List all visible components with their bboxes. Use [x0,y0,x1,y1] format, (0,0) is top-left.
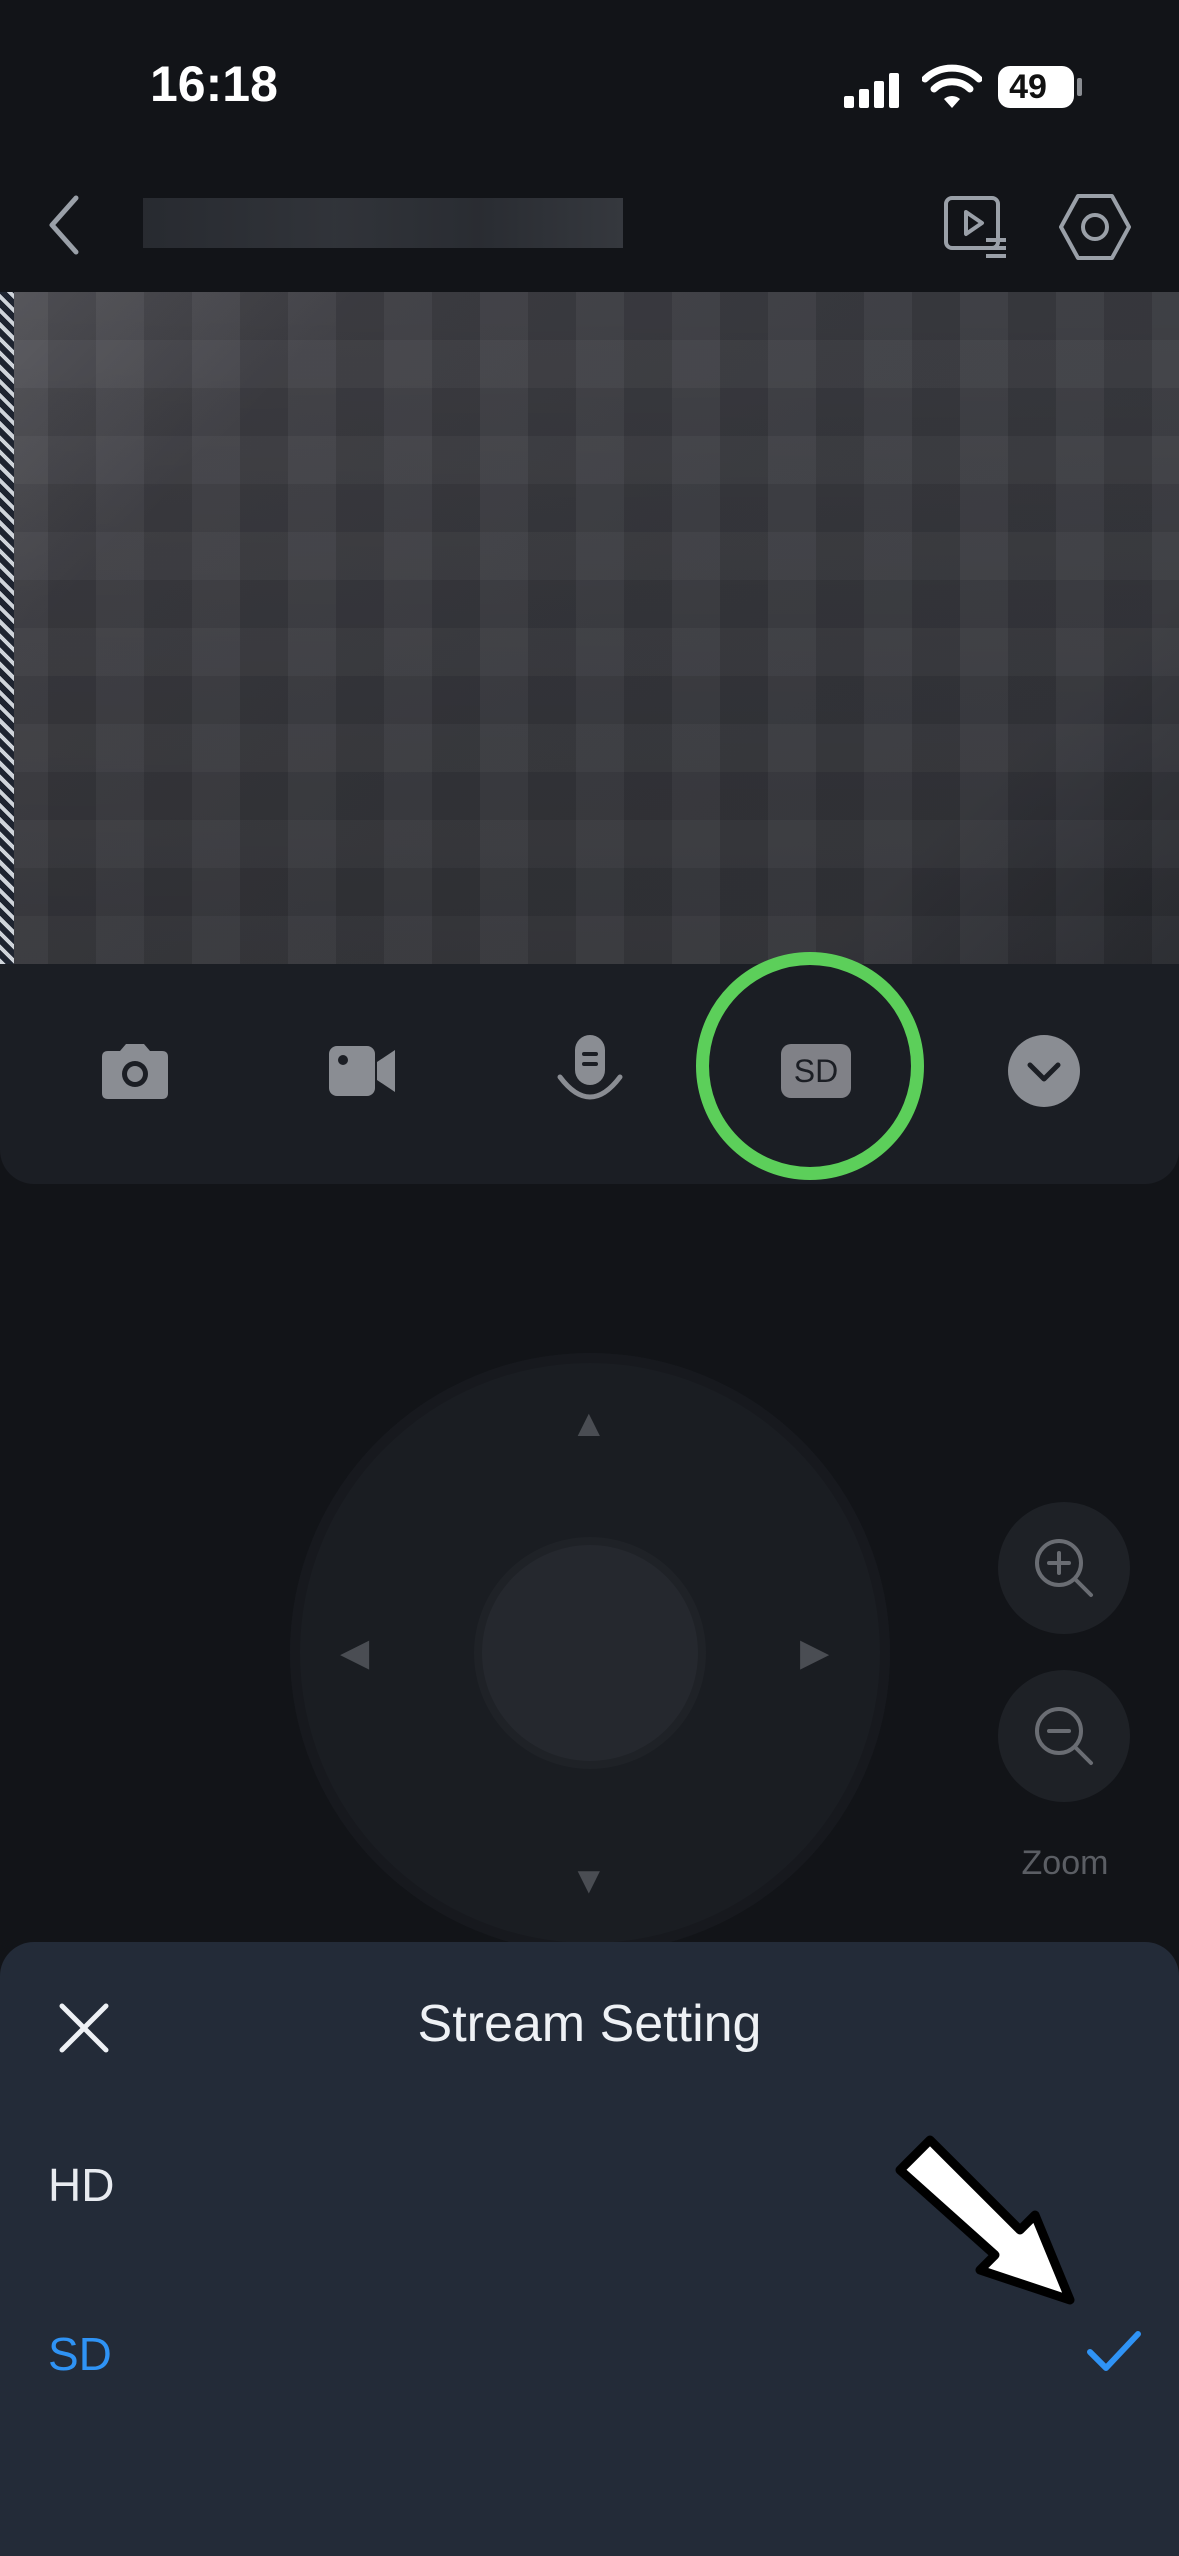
option-sd-label: SD [48,2328,112,2380]
cellular-signal-icon [842,70,902,110]
more-button[interactable] [984,1011,1104,1131]
record-button[interactable] [302,1011,422,1131]
zoom-in-button[interactable] [998,1502,1130,1634]
settings-icon[interactable] [1058,192,1132,262]
device-title-blurred [143,198,623,248]
joystick-knob[interactable] [482,1545,698,1761]
zoom-out-button[interactable] [998,1670,1130,1802]
talk-button[interactable] [530,1011,650,1131]
chevron-down-icon [1008,1035,1080,1107]
microphone-icon [557,1035,623,1100]
zoom-out-icon [1035,1707,1093,1765]
option-hd-label: HD [48,2159,115,2211]
sheet-title: Stream Setting [417,1995,762,2053]
checkmark-icon [1084,2326,1144,2376]
status-time: 16:18 [150,56,278,112]
snapshot-button[interactable] [75,1011,195,1131]
video-record-icon [329,1046,395,1096]
battery-level: 49 [1009,68,1047,106]
pan-up-arrow-icon[interactable]: ▲ [570,1405,608,1443]
back-icon[interactable] [40,190,90,260]
mouse-pointer-icon [880,2120,1080,2310]
live-video-feed[interactable] [0,292,1179,964]
battery-cap [1077,78,1082,96]
close-icon[interactable] [52,1996,116,2060]
pan-down-arrow-icon[interactable]: ▼ [570,1862,608,1900]
pan-left-arrow-icon[interactable]: ◀ [340,1634,369,1672]
pan-right-arrow-icon[interactable]: ▶ [800,1634,829,1672]
wifi-icon [921,64,983,110]
playback-list-icon[interactable] [940,190,1010,260]
video-edge-pattern [0,292,14,964]
camera-icon [102,1044,168,1099]
zoom-in-icon [1035,1539,1093,1597]
zoom-label: Zoom [1021,1844,1109,1882]
highlight-circle [696,952,924,1180]
